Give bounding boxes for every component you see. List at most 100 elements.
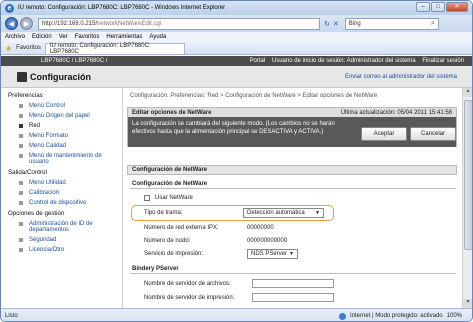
subsection-bindery: Bindery PServer xyxy=(130,264,456,274)
print-service-label: Servicio de impresión: xyxy=(144,251,204,257)
print-service-select[interactable]: NDS PServer ▼ xyxy=(247,249,298,259)
page-title: Configuración xyxy=(30,71,91,82)
sidebar-item-license[interactable]: Licencia/Otro xyxy=(19,247,122,253)
sidebar-item-quality[interactable]: Menú Calidad xyxy=(19,143,122,149)
menu-edit[interactable]: Edición xyxy=(32,34,52,40)
bullet-icon xyxy=(19,114,23,118)
sidebar-item-format[interactable]: Menú Formato xyxy=(19,133,122,139)
maximize-button[interactable]: □ xyxy=(431,2,445,12)
bullet-icon xyxy=(19,181,23,185)
file-server-input[interactable] xyxy=(252,279,334,288)
menu-help[interactable]: Ayuda xyxy=(149,34,166,40)
device-header: LBP7680C / LBP7680C / Portal Usuario de … xyxy=(1,56,472,66)
bullet-icon xyxy=(19,104,23,108)
sidebar-item-label: Menú Formato xyxy=(29,133,69,139)
browser-window: e IU remoto: Configuración: LBP7680C: LB… xyxy=(0,0,473,322)
status-text: Listo xyxy=(5,313,18,319)
breadcrumb: Configuración: Preferencias: Red > Confi… xyxy=(130,93,378,99)
internet-globe-icon xyxy=(339,312,347,320)
favorites-star-icon: ★ xyxy=(5,43,13,53)
device-name: LBP7680C / LBP7680C / xyxy=(41,58,108,64)
refresh-icon[interactable]: ↻ xyxy=(324,20,330,28)
back-button[interactable]: ◀ xyxy=(5,17,18,30)
stop-icon[interactable]: ✕ xyxy=(333,20,339,28)
bullet-icon xyxy=(19,238,23,242)
dropdown-arrow-icon: ▼ xyxy=(315,210,320,216)
use-netware-label: Usar NetWare xyxy=(155,195,193,201)
vertical-scrollbar[interactable]: ▲ ▼ xyxy=(462,88,472,308)
forward-button[interactable]: ▶ xyxy=(20,17,33,30)
sidebar-item-control[interactable]: Menú Control xyxy=(19,103,122,109)
sidebar-item-label: Calibración xyxy=(29,190,60,196)
sidebar-item-label: Menú Utilidad xyxy=(29,180,66,186)
close-button[interactable]: ✕ xyxy=(446,2,468,12)
status-bar: Listo Internet | Modo protegido: activad… xyxy=(1,308,472,321)
info-message: La configuración se cambiará del siguien… xyxy=(132,121,335,135)
sidebar-item-calibration[interactable]: Calibración xyxy=(19,190,122,196)
settings-page-icon xyxy=(17,71,27,82)
sidebar-item-label: Menú de mantenimiento de usuario xyxy=(29,153,102,165)
scroll-down-icon[interactable]: ▼ xyxy=(463,299,472,308)
frame-type-label: Tipo de trama: xyxy=(144,210,183,216)
bullet-icon xyxy=(19,191,23,195)
menu-view[interactable]: Ver xyxy=(59,34,68,40)
sidebar-item-user-maintenance[interactable]: Menú de mantenimiento de usuario xyxy=(19,153,122,165)
title-bar: e IU remoto: Configuración: LBP7680C: LB… xyxy=(1,1,472,15)
address-field[interactable]: http://192.168.0.215/networkNetWareEdit.… xyxy=(38,17,320,30)
frame-type-select[interactable]: Detección automática ▼ xyxy=(243,208,324,218)
sidebar-item-network[interactable]: Red xyxy=(19,123,122,129)
ie-logo-icon: e xyxy=(5,3,14,13)
browser-tab[interactable]: IU remoto: Configuración: LBP7680C: LBP7… xyxy=(44,42,185,55)
panel-title: Editar opciones de NetWare xyxy=(132,109,212,116)
ext-net-label: Número de red externa IPX: xyxy=(144,225,219,231)
edit-panel: Editar opciones de NetWare Última actual… xyxy=(127,107,457,147)
sidebar: Preferencias Menú Control Menú Origen de… xyxy=(1,88,123,308)
bullet-icon xyxy=(19,144,23,148)
sidebar-section-preferences: Preferencias xyxy=(8,92,43,99)
menu-file[interactable]: Archivo xyxy=(5,34,25,40)
bullet-icon xyxy=(19,124,23,128)
favorites-button[interactable]: Favoritos xyxy=(16,45,41,51)
use-netware-checkbox[interactable] xyxy=(144,195,150,201)
bullet-icon xyxy=(19,134,23,138)
print-service-value: NDS PServer xyxy=(251,251,288,257)
url-path: networkNetWareEdit.cgi xyxy=(97,20,162,27)
minimize-button[interactable]: ‒ xyxy=(416,2,430,12)
menu-bar: Archivo Edición Ver Favoritos Herramient… xyxy=(1,32,472,42)
section-netware: Configuración de NetWare xyxy=(127,165,457,175)
main-content: Configuración: Preferencias: Red > Confi… xyxy=(124,88,461,308)
sidebar-section-output: Salida/Control xyxy=(8,169,47,176)
scroll-thumb[interactable] xyxy=(464,100,472,250)
sidebar-item-paper-source[interactable]: Menú Origen del papel xyxy=(19,113,122,119)
sidebar-item-label: Control de dispositivo xyxy=(29,200,87,206)
node-label: Número de nodo: xyxy=(144,238,191,244)
sidebar-item-department-id[interactable]: Administración de ID de departamentos xyxy=(19,221,122,233)
mail-admin-link[interactable]: Enviar correo al administrador del siste… xyxy=(345,74,457,80)
search-icon[interactable]: ⌕ xyxy=(431,20,435,28)
menu-tools[interactable]: Herramientas xyxy=(106,34,142,40)
sidebar-item-device-control[interactable]: Control de dispositivo xyxy=(19,200,122,206)
scroll-up-icon[interactable]: ▲ xyxy=(463,88,472,97)
sidebar-item-security[interactable]: Seguridad xyxy=(19,237,122,243)
sidebar-item-label: Menú Origen del papel xyxy=(29,113,90,119)
sidebar-item-utility[interactable]: Menú Utilidad xyxy=(19,180,122,186)
search-input[interactable]: Bing ⌕ xyxy=(344,17,439,30)
use-netware-row: Usar NetWare xyxy=(144,195,193,201)
ok-button[interactable]: Aceptar xyxy=(361,127,407,141)
zoom-level[interactable]: 100% xyxy=(447,313,462,319)
sidebar-item-label: Seguridad xyxy=(29,237,57,243)
subsection-netware: Configuración de NetWare xyxy=(130,179,456,189)
logout-link[interactable]: Finalizar sesión xyxy=(422,58,464,64)
cancel-button[interactable]: Cancelar xyxy=(410,127,456,141)
ext-net-value: 00000000 xyxy=(247,225,274,231)
sidebar-item-label: Menú Calidad xyxy=(29,143,67,149)
menu-favorites[interactable]: Favoritos xyxy=(75,34,100,40)
print-server-input[interactable] xyxy=(252,293,334,302)
address-bar-row: ◀ ▶ http://192.168.0.215/networkNetWareE… xyxy=(1,15,472,32)
search-provider: Bing xyxy=(348,20,361,27)
bullet-icon xyxy=(19,222,23,226)
sidebar-section-management: Opciones de gestión xyxy=(8,210,65,217)
portal-link[interactable]: Portal xyxy=(250,58,266,64)
frame-type-value: Detección automática xyxy=(247,210,305,216)
favorites-bar: ★ Favoritos IU remoto: Configuración: LB… xyxy=(1,42,472,55)
